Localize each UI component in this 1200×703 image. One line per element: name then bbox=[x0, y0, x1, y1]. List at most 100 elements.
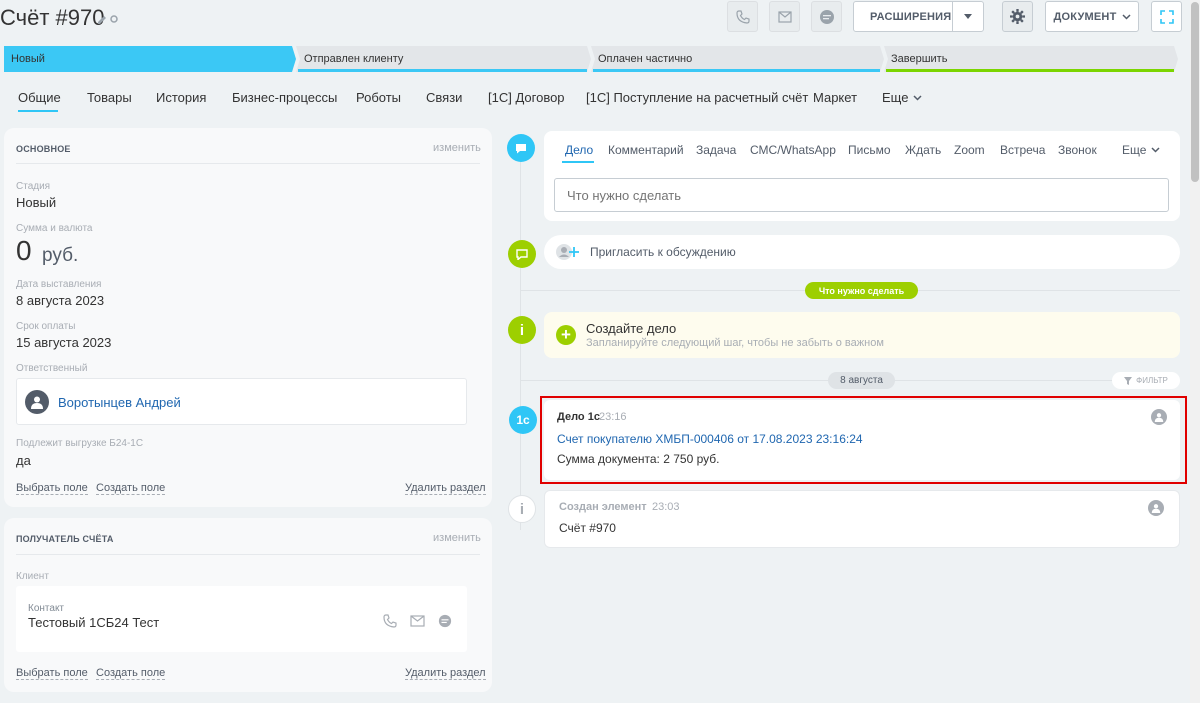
create-field-link[interactable]: Создать поле bbox=[96, 482, 166, 495]
export-field-value: да bbox=[16, 453, 31, 468]
tab-robots[interactable]: Роботы bbox=[356, 90, 401, 105]
due-field-value: 15 августа 2023 bbox=[16, 335, 112, 350]
todo-input[interactable] bbox=[554, 178, 1169, 212]
delete-section-link[interactable]: Удалить раздел bbox=[405, 482, 486, 495]
chat-button[interactable] bbox=[811, 1, 842, 32]
contact-phone-icon[interactable] bbox=[383, 614, 397, 631]
select-field-link[interactable]: Выбрать поле bbox=[16, 482, 88, 495]
editor-tab-comment[interactable]: Комментарий bbox=[608, 143, 684, 157]
email-button[interactable] bbox=[769, 1, 800, 32]
editor-tab-todo[interactable]: Задача bbox=[696, 143, 736, 157]
comment-icon bbox=[507, 134, 535, 162]
plus-icon[interactable]: + bbox=[556, 325, 576, 345]
scrollbar-thumb[interactable] bbox=[1191, 2, 1199, 182]
sum-currency: руб. bbox=[42, 245, 79, 266]
author-avatar[interactable] bbox=[1148, 500, 1164, 516]
user-icon bbox=[1154, 413, 1164, 422]
divider bbox=[16, 163, 480, 164]
tab-more-label: Еще bbox=[882, 90, 909, 105]
created-title: Создан элемент bbox=[559, 501, 647, 513]
filter-button[interactable]: ФИЛЬТР bbox=[1112, 372, 1180, 389]
delete-section-link[interactable]: Удалить раздел bbox=[405, 667, 486, 680]
page-title: Счёт #970 bbox=[0, 5, 105, 30]
activity-time: 23:16 bbox=[599, 411, 627, 423]
phone-icon bbox=[735, 9, 750, 24]
create-field-link[interactable]: Создать поле bbox=[96, 667, 166, 680]
avatar bbox=[25, 390, 49, 414]
filter-label: ФИЛЬТР bbox=[1136, 376, 1168, 385]
editor-tab-call[interactable]: Звонок bbox=[1058, 143, 1097, 157]
edit-title-icons[interactable] bbox=[97, 13, 119, 27]
date-field-label: Дата выставления bbox=[16, 279, 102, 290]
invite-label: Пригласить к обсуждению bbox=[590, 245, 736, 259]
extensions-button[interactable]: РАСШИРЕНИЯ bbox=[853, 1, 984, 32]
editor-tab-email[interactable]: Письмо bbox=[848, 143, 891, 157]
document-button[interactable]: ДОКУМЕНТ bbox=[1045, 1, 1139, 32]
tab-general[interactable]: Общие bbox=[18, 90, 61, 105]
info-icon: i bbox=[508, 495, 536, 523]
settings-button[interactable] bbox=[1002, 1, 1033, 32]
tab-market[interactable]: Маркет bbox=[813, 90, 857, 105]
create-task-subtitle: Запланируйте следующий шаг, чтобы не заб… bbox=[586, 337, 884, 349]
tab-1c-receipt[interactable]: [1С] Поступление на расчетный счёт bbox=[586, 90, 808, 105]
editor-tab-more[interactable]: Еще bbox=[1122, 143, 1160, 157]
stage-partial[interactable]: Оплачен частично bbox=[591, 46, 880, 72]
contact-chat-icon[interactable] bbox=[438, 614, 452, 631]
contact-name[interactable]: Тестовый 1СБ24 Тест bbox=[28, 615, 159, 630]
stage-new[interactable]: Новый bbox=[4, 46, 292, 72]
extensions-label: РАСШИРЕНИЯ bbox=[870, 10, 952, 23]
stage-label: Новый bbox=[11, 53, 45, 65]
chevron-down-icon bbox=[1151, 147, 1160, 153]
tab-more[interactable]: Еще bbox=[882, 90, 922, 105]
recipient-panel-heading: ПОЛУЧАТЕЛЬ СЧЁТА bbox=[16, 534, 114, 544]
chevron-down-icon bbox=[913, 94, 922, 101]
tab-1c-contract[interactable]: [1С] Договор bbox=[488, 90, 565, 105]
date-field-value: 8 августа 2023 bbox=[16, 293, 105, 308]
editor-tab-zoom[interactable]: Zoom bbox=[954, 143, 985, 157]
tab-relations[interactable]: Связи bbox=[426, 90, 462, 105]
info-icon: i bbox=[508, 316, 536, 344]
editor-tab-indicator bbox=[562, 161, 594, 163]
tab-history[interactable]: История bbox=[156, 90, 206, 105]
envelope-icon bbox=[777, 10, 792, 23]
editor-tab-sms[interactable]: СМС/WhatsApp bbox=[750, 143, 836, 157]
author-avatar[interactable] bbox=[1151, 409, 1167, 425]
add-user-icon bbox=[555, 242, 583, 265]
discussion-icon bbox=[508, 240, 536, 268]
created-card bbox=[544, 490, 1180, 548]
divider bbox=[16, 554, 480, 555]
filter-icon bbox=[1124, 376, 1133, 385]
tab-products[interactable]: Товары bbox=[87, 90, 132, 105]
todo-pill: Что нужно сделать bbox=[805, 282, 918, 299]
created-time: 23:03 bbox=[652, 501, 680, 513]
stage-label: Завершить bbox=[891, 53, 948, 65]
client-field-label: Клиент bbox=[16, 571, 49, 582]
editor-tab-meeting[interactable]: Встреча bbox=[1000, 143, 1045, 157]
stage-sent[interactable]: Отправлен клиенту bbox=[297, 46, 586, 72]
tab-business-processes[interactable]: Бизнес-процессы bbox=[232, 90, 337, 105]
main-panel-change-link[interactable]: изменить bbox=[433, 142, 481, 154]
call-button[interactable] bbox=[727, 1, 758, 32]
fullscreen-button[interactable] bbox=[1151, 1, 1182, 32]
stage-label: Отправлен клиенту bbox=[304, 53, 404, 65]
stage-field-value: Новый bbox=[16, 195, 57, 210]
stage-finish[interactable]: Завершить bbox=[884, 46, 1174, 72]
chevron-down-icon[interactable] bbox=[952, 2, 983, 31]
user-icon bbox=[31, 396, 43, 409]
pencil-icon bbox=[98, 15, 118, 24]
document-label: ДОКУМЕНТ bbox=[1053, 10, 1117, 23]
export-field-label: Подлежит выгрузке Б24-1С bbox=[16, 438, 144, 449]
contact-label: Контакт bbox=[28, 603, 65, 614]
fullscreen-icon bbox=[1159, 9, 1174, 24]
responsible-field-label: Ответственный bbox=[16, 363, 88, 374]
editor-tab-wait[interactable]: Ждать bbox=[905, 143, 941, 157]
select-field-link[interactable]: Выбрать поле bbox=[16, 667, 88, 680]
invoice-link[interactable]: Счет покупателю ХМБП-000406 от 17.08.202… bbox=[557, 432, 863, 446]
recipient-panel-change-link[interactable]: изменить bbox=[433, 532, 481, 544]
editor-tab-task[interactable]: Дело bbox=[565, 143, 593, 157]
contact-email-icon[interactable] bbox=[410, 615, 425, 630]
responsible-name-link[interactable]: Воротынцев Андрей bbox=[58, 395, 181, 410]
active-tab-indicator bbox=[18, 110, 58, 112]
created-value: Счёт #970 bbox=[559, 521, 616, 535]
sum-field-label: Сумма и валюта bbox=[16, 223, 93, 234]
